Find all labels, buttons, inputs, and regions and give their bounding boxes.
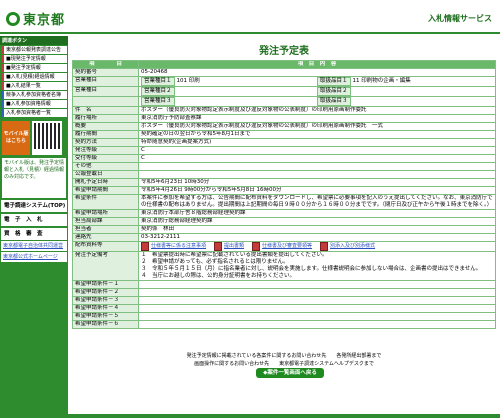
footer: 発注予定情報に掲載されている各案件に関するお問い合わせ先 各発所経出部署まで 画… [72, 352, 496, 368]
table-row: 概要 ポスター（優良防火対象物認定表示制度及び違反対象物の公表制度）の印刷用原画制… [72, 122, 496, 131]
footer-line: 発注予定情報に掲載されている各案件に関するお問い合わせ先 各発所経出部署まで [186, 353, 382, 359]
sidebar-item-qualified-list[interactable]: 競争入札参加資格者名簿 [1, 91, 67, 99]
table-row: 営業種目 営業種目２ 取扱品目２ [72, 86, 496, 97]
pdf-icon [252, 242, 261, 251]
doc-link-spec[interactable]: 仕様書及び審査要領等 [252, 242, 312, 251]
sidebar-link-top[interactable]: 電子調達システム(TOP) [1, 200, 67, 212]
table-row: 希望申請条件－６ [72, 320, 496, 329]
back-to-list-button[interactable]: ◆案件一覧画面へ戻る [256, 368, 324, 378]
table-row: 担当者 契約係 林田 [72, 225, 496, 234]
sidebar-link-official[interactable]: 東京都公式ホームページ [1, 252, 67, 262]
table-row: その他 [72, 162, 496, 171]
sidebar-item-participants[interactable]: 入札参加資格者一覧 [1, 109, 67, 117]
col-item-header: 項 目 [72, 60, 139, 69]
table-row: 配布資料等 仕様書等に係る注意事項 提出書類 仕様書及び審査要領等 別添入及び別… [72, 241, 496, 252]
table-row: 発注予定備考 １ 希望票提出時に希望票に記載されている提出書類を提出してください… [72, 251, 496, 281]
table-row: 営業種目 営業種目１ 101 印刷 取扱品目１ 11 印刷物の企画・編集 [72, 76, 496, 87]
col-content-header: 項 目 内 容 [138, 60, 496, 69]
table-row: 営業種目３ 取扱品目３ [72, 96, 496, 107]
table-row: 件 名ポスター（優良防火対象物認定表示制度及び違反対象物の公表制度）の印刷用原画… [72, 106, 496, 115]
table-row: 希望条件 本案件に参加を希望する方は、公告期間に配布資料をダウンロードし、希望票に… [72, 194, 496, 210]
logo-text: 東京都 [23, 13, 66, 28]
sidebar-link-joint[interactable]: 東京都電子自治体共同運営 [1, 241, 67, 251]
mobile-box: モバイル版はこちら [2, 121, 66, 155]
table-row: 開札予定日時 令和5年6月23日 10時30分 [72, 178, 496, 187]
doc-link-notes[interactable]: 仕様書等に係る注意事項 [141, 242, 206, 251]
table-row: 契約方法 特命随意契約(企画提案方式) [72, 138, 496, 147]
service-title: 入札情報サービス [428, 14, 492, 23]
table-row: 履行期間 契約確定の日の翌日から令和5年8月1日まで [72, 130, 496, 139]
remark-line: ２ 希望申請があっても、必ず指名されるとは限りません。 [141, 259, 289, 265]
table-row: 希望申請条件－５ [72, 312, 496, 321]
table-row: 受付等級 C [72, 154, 496, 163]
page-header: 東京都 入札情報サービス [0, 0, 500, 34]
sidebar-item-koho[interactable]: 東京都公報発表調達公告 [1, 46, 67, 54]
pdf-icon [214, 242, 223, 251]
sidebar-item-current-plans[interactable]: ■現発注予定情報 [1, 55, 67, 63]
remark-line: ４ 当庁にお越しの際は、公的身分証明書をお持ちください。 [141, 273, 296, 279]
sidebar-link-e-bid[interactable]: 電 子 入 札 [1, 214, 67, 226]
order-plan-table: 項 目 項 目 内 容 契約番号 05-20468 営業種目 営業種目１ 101 印… [72, 60, 496, 329]
tokyo-logo[interactable]: 東京都 [6, 9, 65, 28]
table-row: 担当局部課 東京消防庁総務部経理契約課 [72, 217, 496, 226]
table-row: 履行場所 東京消防庁予防部査察課 [72, 114, 496, 123]
remark-line: ３ 令和５年５月１５日（月）に指名業者に対し、説明会を実施します。仕様書説明会に… [141, 266, 482, 272]
table-row: 希望申請条件－２ [72, 288, 496, 297]
page-title: 発注予定表 [259, 46, 309, 57]
mobile-button[interactable]: モバイル版はこちら [2, 121, 30, 155]
table-header: 項 目 項 目 内 容 [72, 60, 496, 69]
table-row: 契約番号 05-20468 [72, 68, 496, 77]
remark-line: １ 希望票提出時に希望票に記載されている提出書類を提出してください。 [141, 252, 328, 259]
table-row: 発注等級 C [72, 146, 496, 155]
table-row: 連絡先 03-3212-2111 [72, 233, 496, 242]
sidebar: 調達ボタン 東京都公報発表調達公告 ■現発注予定情報 ■発注予定情報 ■入札(見… [0, 36, 68, 418]
remarks-label: 発注予定備考 [72, 251, 139, 281]
docs-label: 配布資料等 [72, 241, 139, 252]
sidebar-item-plans[interactable]: ■発注予定情報 [1, 64, 67, 72]
qr-code-icon [32, 121, 62, 155]
doc-link-forms[interactable]: 別添入及び別添様式 [320, 242, 375, 251]
table-row: 希望申請条件－１ [72, 280, 496, 289]
mobile-note: モバイル版は、発注予定情報と入札（見積）経過情報のみ対応です。 [2, 158, 66, 198]
sidebar-menu-head: 調達ボタン [0, 36, 68, 45]
footer-line: 画面操作に関するお問い合わせ先 東京都電子調達システムヘルプデスクまで [194, 361, 374, 367]
tokyo-emblem-icon [6, 11, 20, 26]
table-row: 希望申請条件－４ [72, 304, 496, 313]
pdf-icon [141, 242, 149, 251]
table-row: 公報登載日 [72, 170, 496, 179]
footer-bar [0, 414, 500, 418]
table-row: 希望申請場所 東京消防庁本部庁舎８階総務部経理契約課 [72, 209, 496, 218]
doc-link-submissions[interactable]: 提出書類 [214, 242, 244, 251]
sidebar-item-results[interactable]: ■入札結果一覧 [1, 82, 67, 90]
table-row: 希望申請条件－３ [72, 296, 496, 305]
sidebar-item-progress[interactable]: ■入札(見積)経過情報 [1, 73, 67, 81]
table-row: 希望申請期間 令和5年4月26日 9時00分から令和5年5月8日 16時00分 [72, 186, 496, 195]
pdf-icon [320, 242, 329, 251]
sidebar-item-qualification[interactable]: ■入札参加資格情報 [1, 100, 67, 108]
sidebar-link-qualification[interactable]: 資 格 審 査 [1, 228, 67, 240]
